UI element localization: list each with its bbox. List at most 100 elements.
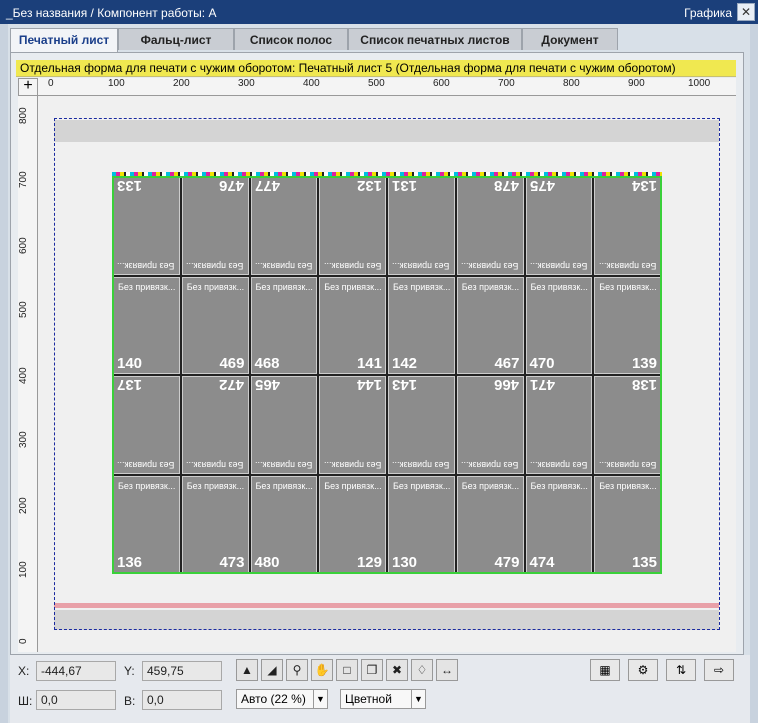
page-label: Без привязк...	[530, 480, 588, 491]
page-label: Без привязк...	[530, 281, 588, 292]
page-cell[interactable]: 143 Без привязк...	[388, 376, 455, 474]
page-number: 131	[392, 177, 418, 194]
tab-document[interactable]: Документ	[522, 28, 618, 50]
page-number: 141	[356, 355, 382, 372]
page-cell[interactable]: 470 Без привязк...	[525, 276, 593, 374]
page-cell[interactable]: 475 Без привязк...	[525, 177, 593, 275]
page-label: Без привязк...	[323, 459, 381, 470]
page-cell[interactable]: 473 Без привязк...	[181, 475, 249, 573]
hand-icon[interactable]: ✋	[311, 659, 333, 681]
page-label: Без привязк...	[599, 281, 657, 292]
page-cell[interactable]: 136 Без привязк...	[113, 475, 180, 573]
page-cell[interactable]: 142 Без привязк...	[388, 276, 455, 374]
tab-print-sheet[interactable]: Печатный лист	[10, 28, 118, 52]
page-number: 479	[494, 554, 520, 571]
zoom-icon[interactable]: ⚲	[286, 659, 308, 681]
zoom-select-value: Авто (22 %)	[241, 692, 306, 706]
page-number: 476	[219, 177, 245, 194]
page-label: Без привязк...	[598, 260, 656, 271]
settings-button[interactable]: ⚙	[628, 659, 658, 681]
page-cell[interactable]: 477 Без привязк...	[250, 177, 318, 275]
page-cell[interactable]: 131 Без привязк...	[388, 177, 455, 275]
zoom-select[interactable]: Авто (22 %) ▼	[236, 689, 328, 709]
chevron-down-icon: ▼	[313, 690, 327, 708]
page-number: 473	[219, 554, 245, 571]
page-label: Без привязк...	[461, 281, 520, 292]
page-cell[interactable]: 468 Без привязк...	[250, 276, 318, 374]
window-title: _Без названия / Компонент работы: A	[6, 6, 217, 20]
color-mode-select[interactable]: Цветной ▼	[340, 689, 426, 709]
page-cell[interactable]: 139 Без привязк...	[594, 276, 661, 374]
page-number: 478	[494, 177, 520, 194]
page-cell[interactable]: 130 Без привязк...	[388, 475, 455, 573]
page-cell[interactable]: 129 Без привязк...	[319, 475, 386, 573]
page-label: Без привязк...	[186, 459, 244, 470]
horizontal-ruler: 0 100 200 300 400 500 600 700 800 900 10…	[38, 78, 736, 96]
page-cell[interactable]: 138 Без привязк...	[594, 376, 661, 474]
y-field[interactable]: 459,75	[142, 661, 222, 681]
width-field[interactable]: 0,0	[36, 690, 116, 710]
page-number: 136	[117, 554, 143, 571]
page-label: Без привязк...	[323, 260, 381, 271]
page-cell[interactable]: 480 Без привязк...	[250, 475, 318, 573]
page-cell[interactable]: 134 Без привязк...	[594, 177, 661, 275]
select-arrow-icon[interactable]: ▲	[236, 659, 258, 681]
page-label: Без привязк...	[324, 480, 382, 491]
export-button[interactable]: ⇨	[704, 659, 734, 681]
x-field[interactable]: -444,67	[36, 661, 116, 681]
page-number: 465	[254, 376, 280, 393]
crop-icon[interactable]: □	[336, 659, 358, 681]
page-cell[interactable]: 474 Без привязк...	[525, 475, 593, 573]
page-number: 129	[356, 554, 382, 571]
tag-icon[interactable]: ♢	[411, 659, 433, 681]
measure-button[interactable]: ⇅	[666, 659, 696, 681]
ruler-tick: 500	[368, 78, 385, 89]
page-cell[interactable]: 135 Без привязк...	[594, 475, 661, 573]
select-sheet-icon[interactable]: ◢	[261, 659, 283, 681]
page-cell[interactable]: 137 Без привязк...	[113, 376, 180, 474]
page-number: 475	[529, 177, 555, 194]
ruler-tick: 500	[18, 301, 29, 318]
copy-icon[interactable]: ❐	[361, 659, 383, 681]
page-label: Без привязк...	[186, 260, 244, 271]
layout-view-button[interactable]: ▦	[590, 659, 620, 681]
page-label: Без привязк...	[118, 281, 176, 292]
page-number: 134	[631, 177, 657, 194]
page-cell[interactable]: 471 Без привязк...	[525, 376, 593, 474]
page-cell[interactable]: 472 Без привязк...	[181, 376, 249, 474]
page-cell[interactable]: 467 Без привязк...	[456, 276, 524, 374]
page-label: Без привязк...	[393, 281, 451, 292]
tab-fold-sheet[interactable]: Фальц-лист	[118, 28, 234, 50]
page-label: Без привязк...	[529, 260, 588, 271]
imposition-grid: 133 Без привязк... 476 Без привязк... 477 Без…	[112, 176, 662, 574]
bleed-outline	[112, 572, 662, 574]
page-cell[interactable]: 478 Без привязк...	[456, 177, 524, 275]
cross-icon[interactable]: ✖	[386, 659, 408, 681]
distance-icon[interactable]: ↔	[436, 659, 458, 681]
window-graphics-label: Графика	[684, 6, 732, 20]
width-label: Ш:	[18, 694, 33, 708]
page-cell[interactable]: 466 Без привязк...	[456, 376, 524, 474]
page-cell[interactable]: 465 Без привязк...	[250, 376, 318, 474]
page-number: 137	[117, 376, 143, 393]
title-bar: _Без названия / Компонент работы: A Граф…	[0, 0, 758, 24]
page-cell[interactable]: 140 Без привязк...	[113, 276, 180, 374]
page-number: 472	[219, 376, 245, 393]
page-cell[interactable]: 133 Без привязк...	[113, 177, 180, 275]
page-number: 469	[219, 355, 245, 372]
page-cell[interactable]: 479 Без привязк...	[456, 475, 524, 573]
tab-page-list[interactable]: Список полос	[234, 28, 348, 50]
ruler-tick: 600	[18, 237, 29, 254]
height-field[interactable]: 0,0	[142, 690, 222, 710]
page-cell[interactable]: 141 Без привязк...	[319, 276, 386, 374]
page-number: 140	[117, 355, 143, 372]
close-button[interactable]: ✕	[737, 3, 755, 21]
page-cell[interactable]: 132 Без привязк...	[319, 177, 386, 275]
page-cell[interactable]: 144 Без привязк...	[319, 376, 386, 474]
page-number: 143	[392, 376, 418, 393]
x-label: X:	[18, 664, 30, 678]
page-cell[interactable]: 469 Без привязк...	[181, 276, 249, 374]
ruler-origin-button[interactable]: +	[18, 78, 38, 96]
tab-print-sheet-list[interactable]: Список печатных листов	[348, 28, 522, 50]
page-cell[interactable]: 476 Без привязк...	[181, 177, 249, 275]
